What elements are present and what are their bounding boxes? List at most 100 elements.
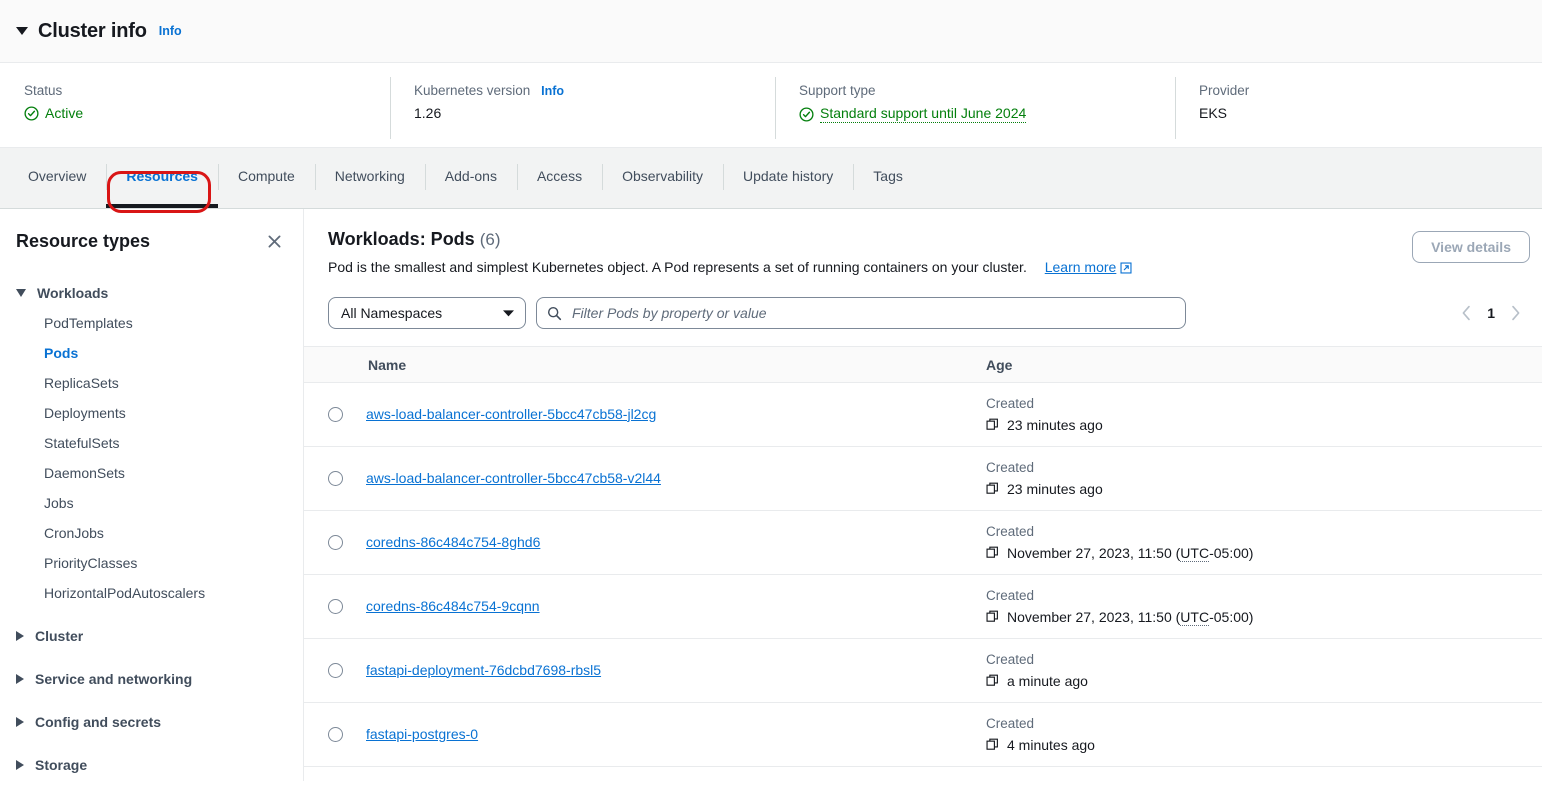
resources-layout: Resource types Workloads PodTemplates Po…: [0, 209, 1542, 781]
cluster-tab-bar: Overview Resources Compute Networking Ad…: [0, 148, 1542, 209]
cluster-info-link[interactable]: Info: [159, 24, 182, 38]
caret-down-icon[interactable]: [16, 27, 28, 35]
row-radio[interactable]: [327, 663, 343, 678]
age-value: 23 minutes ago: [986, 481, 1542, 497]
tab-resources[interactable]: Resources: [106, 148, 218, 208]
age-value: a minute ago: [986, 673, 1542, 689]
table-row[interactable]: fastapi-postgres-0 Created 4 minutes ago: [304, 703, 1542, 767]
pods-table: Name Age aws-load-balancer-controller-5b…: [304, 346, 1542, 767]
row-radio[interactable]: [327, 727, 343, 742]
pagination-controls: 1: [1432, 301, 1530, 325]
pods-header-text: Workloads: Pods (6) Pod is the smallest …: [328, 229, 1132, 277]
sidebar-item-podtemplates[interactable]: PodTemplates: [0, 308, 303, 338]
age-value: 23 minutes ago: [986, 417, 1542, 433]
sidebar-group-storage[interactable]: Storage: [0, 750, 303, 780]
tab-add-ons[interactable]: Add-ons: [424, 148, 517, 208]
chevron-right-icon[interactable]: [1501, 301, 1530, 325]
pod-name-link[interactable]: fastapi-deployment-76dcbd7698-rbsl5: [366, 662, 601, 678]
sidebar-group-workloads[interactable]: Workloads: [0, 278, 303, 308]
search-field-wrapper[interactable]: [536, 297, 1186, 329]
copy-icon[interactable]: [986, 418, 1000, 432]
cluster-info-header[interactable]: Cluster info Info: [0, 0, 1542, 63]
table-row[interactable]: coredns-86c484c754-8ghd6 Created Novembe…: [304, 511, 1542, 575]
sidebar-item-statefulsets[interactable]: StatefulSets: [0, 428, 303, 458]
sidebar-group-label: Workloads: [37, 285, 109, 301]
field-value: 1.26: [414, 105, 442, 121]
cluster-field-status: Status Active: [0, 83, 390, 147]
tab-access[interactable]: Access: [516, 148, 602, 208]
table-row[interactable]: fastapi-deployment-76dcbd7698-rbsl5 Crea…: [304, 639, 1542, 703]
field-label: Kubernetes version Info: [414, 83, 565, 98]
pods-filter-row: All Namespaces 1: [304, 277, 1542, 329]
cluster-field-provider: Provider EKS: [1175, 77, 1249, 147]
copy-icon[interactable]: [986, 546, 1000, 560]
sidebar-group-label: Storage: [35, 757, 88, 773]
table-row[interactable]: coredns-86c484c754-9cqnn Created Novembe…: [304, 575, 1542, 639]
sidebar-group-cluster[interactable]: Cluster: [0, 621, 303, 651]
copy-icon[interactable]: [986, 482, 1000, 496]
close-icon[interactable]: [264, 231, 285, 252]
table-row[interactable]: aws-load-balancer-controller-5bcc47cb58-…: [304, 447, 1542, 511]
field-value: Active: [24, 105, 390, 121]
copy-icon[interactable]: [986, 738, 1000, 752]
age-value: 4 minutes ago: [986, 737, 1542, 753]
table-header-name: Name: [368, 356, 407, 373]
chevron-down-icon: [502, 309, 515, 318]
external-link-icon: [1120, 261, 1132, 277]
k8s-version-info-link[interactable]: Info: [541, 84, 564, 98]
search-icon: [547, 306, 562, 321]
namespace-filter-select[interactable]: All Namespaces: [328, 297, 526, 329]
tab-compute[interactable]: Compute: [217, 148, 315, 208]
sidebar-item-daemonsets[interactable]: DaemonSets: [0, 458, 303, 488]
tab-observability[interactable]: Observability: [602, 148, 723, 208]
sidebar-item-cronjobs[interactable]: CronJobs: [0, 518, 303, 548]
pods-title: Workloads: Pods (6): [328, 229, 501, 249]
pod-name-link[interactable]: coredns-86c484c754-8ghd6: [366, 534, 540, 550]
sidebar-group-service-and-networking[interactable]: Service and networking: [0, 664, 303, 694]
chevron-left-icon[interactable]: [1452, 301, 1481, 325]
cluster-field-k8s-version: Kubernetes version Info 1.26: [390, 77, 775, 147]
caret-down-icon[interactable]: [16, 289, 26, 297]
tab-networking[interactable]: Networking: [314, 148, 425, 208]
sidebar-item-horizontalpodautoscalers[interactable]: HorizontalPodAutoscalers: [0, 578, 303, 608]
tab-update-history[interactable]: Update history: [723, 148, 853, 208]
pod-name-link[interactable]: aws-load-balancer-controller-5bcc47cb58-…: [366, 470, 661, 486]
view-details-button[interactable]: View details: [1412, 231, 1530, 263]
search-input[interactable]: [570, 304, 1175, 322]
row-radio[interactable]: [327, 599, 343, 614]
pod-name-link[interactable]: aws-load-balancer-controller-5bcc47cb58-…: [366, 406, 656, 422]
namespace-filter-value: All Namespaces: [341, 305, 443, 321]
support-type-text[interactable]: Standard support until June 2024: [820, 105, 1027, 123]
sidebar-item-jobs[interactable]: Jobs: [0, 488, 303, 518]
age-label: Created: [986, 652, 1035, 667]
caret-right-icon[interactable]: [16, 717, 24, 727]
utc-abbr: UTC: [1180, 544, 1210, 562]
pod-name-link[interactable]: coredns-86c484c754-9cqnn: [366, 598, 540, 614]
field-label: Status: [24, 83, 63, 98]
age-label: Created: [986, 460, 1035, 475]
caret-right-icon[interactable]: [16, 760, 24, 770]
caret-right-icon[interactable]: [16, 631, 24, 641]
row-radio[interactable]: [327, 471, 343, 486]
copy-icon[interactable]: [986, 610, 1000, 624]
pod-name-link[interactable]: fastapi-postgres-0: [366, 726, 478, 742]
sidebar-item-replicasets[interactable]: ReplicaSets: [0, 368, 303, 398]
age-value: November 27, 2023, 11:50 (UTC -05:00): [986, 545, 1542, 562]
sidebar-group-config-and-secrets[interactable]: Config and secrets: [0, 707, 303, 737]
age-label: Created: [986, 587, 1035, 603]
tab-tags[interactable]: Tags: [853, 148, 923, 208]
row-radio[interactable]: [327, 535, 343, 550]
caret-right-icon[interactable]: [16, 674, 24, 684]
tab-overview[interactable]: Overview: [8, 148, 106, 208]
copy-icon[interactable]: [986, 674, 1000, 688]
sidebar-item-priorityclasses[interactable]: PriorityClasses: [0, 548, 303, 578]
sidebar-item-deployments[interactable]: Deployments: [0, 398, 303, 428]
sidebar-item-pods[interactable]: Pods: [0, 338, 303, 368]
learn-more-link[interactable]: Learn more: [1045, 259, 1133, 275]
table-row[interactable]: aws-load-balancer-controller-5bcc47cb58-…: [304, 383, 1542, 447]
row-radio[interactable]: [327, 407, 343, 422]
page-number[interactable]: 1: [1481, 305, 1501, 321]
